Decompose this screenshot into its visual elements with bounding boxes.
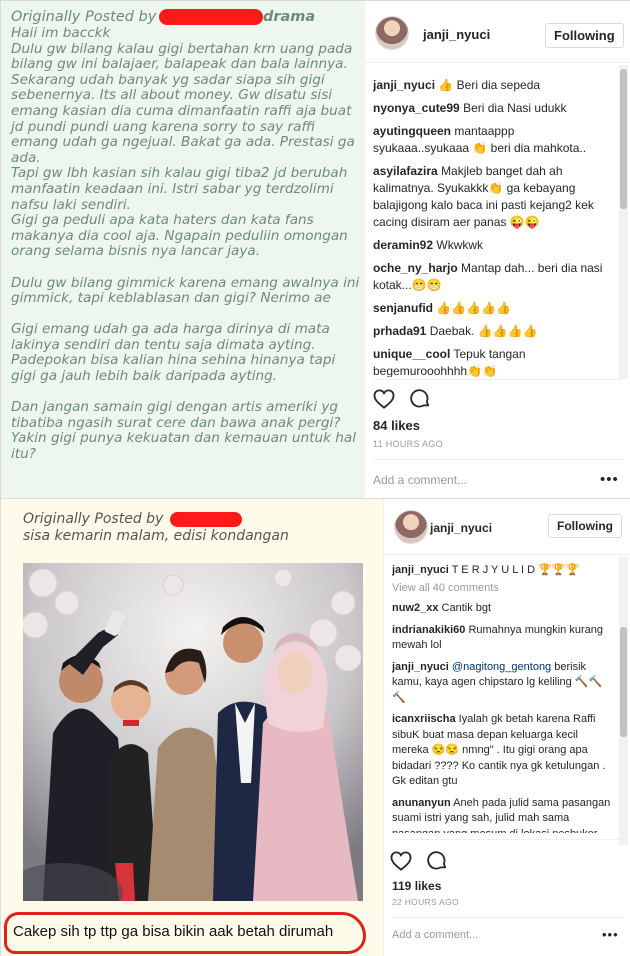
originally-posted-label: Originally Posted by	[23, 511, 164, 527]
comment-username[interactable]: nyonya_cute99	[373, 101, 460, 115]
comment-username[interactable]: asyilafazira	[373, 164, 438, 178]
comment-text: Wkwkwk	[436, 238, 484, 252]
comment-username[interactable]: oche_ny_harjo	[373, 261, 458, 275]
originally-posted-line: Originally Posted by drama	[11, 9, 364, 26]
post-timestamp: 11 HOURS AGO	[373, 439, 443, 449]
comment-text: 👍👍👍👍👍	[436, 301, 512, 315]
comment-row: nuw2_xx Cantik bgt	[392, 601, 614, 617]
avatar[interactable]	[394, 510, 428, 544]
comment-username[interactable]: nuw2_xx	[392, 602, 438, 614]
view-all-comments-link[interactable]: View all 40 comments	[392, 581, 614, 597]
scrollbar-thumb[interactable]	[620, 69, 627, 209]
comment-text: Daebak. 👍👍👍👍	[429, 324, 538, 338]
comments-scrollbar[interactable]	[619, 65, 628, 379]
comment-row: icanxriischa Iyalah gk betah karena Raff…	[392, 712, 614, 790]
avatar[interactable]	[375, 16, 409, 50]
comment-username[interactable]: unique__cool	[373, 347, 450, 361]
photo-subtitle: sisa kemarin malam, edisi kondangan	[23, 528, 289, 544]
post-header: janji_nyuci Following	[365, 1, 630, 63]
caption-username[interactable]: janji_nyuci	[392, 564, 449, 576]
redacted-username	[158, 9, 263, 25]
action-bar	[390, 851, 448, 876]
comment-icon[interactable]	[426, 851, 448, 876]
comment-username[interactable]: ayutingqueen	[373, 124, 451, 138]
comment-row: senjanufid 👍👍👍👍👍	[373, 300, 611, 317]
comment-row: unique__cool Tepuk tangan begemurooohhhh…	[373, 346, 611, 377]
quoted-post-body: Haii im bacckk Dulu gw bilang kalau gigi…	[11, 25, 360, 463]
comment-row: ayutingqueen mantaappp syukaaa..syukaaa …	[373, 123, 611, 157]
comment-row: anunanyun Aneh pada julid sama pasangan …	[392, 796, 614, 834]
comment-username[interactable]: senjanufid	[373, 301, 433, 315]
comment-username[interactable]: prhada91	[373, 324, 426, 338]
post-header: janji_nyuci Following	[384, 499, 630, 555]
comment-row: nyonya_cute99 Beri dia Nasi udukk	[373, 100, 611, 117]
comment-text: 👍 Beri dia sepeda	[438, 78, 541, 92]
more-options-icon[interactable]: •••	[600, 471, 619, 488]
comment-row: janji_nyuci @nagitong_gentong berisik ka…	[392, 660, 614, 707]
add-comment-input[interactable]: Add a comment...	[373, 473, 467, 487]
comment-row: oche_ny_harjo Mantap dah... beri dia nas…	[373, 260, 611, 294]
divider	[373, 459, 623, 460]
comment-row: asyilafazira Makjleb banget dah ah kalim…	[373, 163, 611, 231]
comment-row: janji_nyuci 👍 Beri dia sepeda	[373, 77, 611, 94]
quoted-text-image: Originally Posted by drama Haii im bacck…	[1, 1, 364, 499]
comment-row: deramin92 Wkwkwk	[373, 237, 611, 254]
heart-icon[interactable]	[390, 851, 412, 876]
overlay-caption: Cakep sih tp ttp ga bisa bikin aak betah…	[4, 912, 366, 954]
post-timestamp: 22 HOURS AGO	[392, 897, 459, 907]
comment-username[interactable]: deramin92	[373, 238, 433, 252]
comment-username[interactable]: indrianakiki60	[392, 624, 465, 636]
action-bar	[373, 389, 431, 414]
post-2: Originally Posted by sisa kemarin malam,…	[0, 498, 630, 956]
username-link[interactable]: janji_nyuci	[423, 27, 490, 42]
comment-username[interactable]: anunanyun	[392, 797, 451, 809]
post-1: Originally Posted by drama Haii im bacck…	[0, 0, 630, 499]
divider	[392, 917, 624, 918]
originally-posted-label: Originally Posted by	[11, 9, 157, 25]
caption-text: T E R J Y U L I D 🏆🏆🏆	[451, 564, 580, 576]
caption: janji_nyuci T E R J Y U L I D 🏆🏆🏆	[392, 563, 614, 579]
following-button[interactable]: Following	[548, 514, 622, 538]
comment-row: prhada91 Daebak. 👍👍👍👍	[373, 323, 611, 340]
comment-username[interactable]: icanxriischa	[392, 713, 456, 725]
heart-icon[interactable]	[373, 389, 395, 414]
post-1-sidebar: janji_nyuci Following janji_nyuci 👍 Beri…	[364, 1, 630, 498]
quoted-photo-image: Originally Posted by sisa kemarin malam,…	[1, 499, 383, 956]
like-count[interactable]: 119 likes	[392, 879, 441, 893]
comment-text: Cantik bgt	[441, 602, 492, 614]
redacted-username	[169, 511, 242, 527]
divider	[373, 379, 623, 380]
post-2-sidebar: janji_nyuci Following janji_nyuci T E R …	[383, 499, 630, 956]
wedding-selfie-photo	[23, 563, 363, 901]
comment-username[interactable]: janji_nyuci	[392, 661, 449, 673]
comment-icon[interactable]	[409, 389, 431, 414]
comment-username[interactable]: janji_nyuci	[373, 78, 435, 92]
divider	[392, 839, 624, 840]
comment-text: Beri dia Nasi udukk	[463, 101, 567, 115]
comment-mention-link[interactable]: @nagitong_gentong	[452, 661, 551, 673]
comments-scrollbar[interactable]	[619, 557, 628, 845]
comment-row: indrianakiki60 Rumahnya mungkin kurang m…	[392, 623, 614, 654]
originally-posted-suffix: drama	[262, 9, 316, 25]
more-options-icon[interactable]: •••	[602, 927, 619, 942]
following-button[interactable]: Following	[545, 23, 624, 48]
like-count[interactable]: 84 likes	[373, 418, 420, 433]
comment-list: janji_nyuci 👍 Beri dia sepeda nyonya_cute…	[373, 77, 611, 377]
comment-list: janji_nyuci T E R J Y U L I D 🏆🏆🏆 View a…	[392, 563, 614, 833]
originally-posted-block: Originally Posted by sisa kemarin malam,…	[23, 511, 289, 545]
username-link[interactable]: janji_nyuci	[430, 521, 492, 535]
scrollbar-thumb[interactable]	[620, 627, 627, 737]
add-comment-input[interactable]: Add a comment...	[392, 929, 478, 941]
